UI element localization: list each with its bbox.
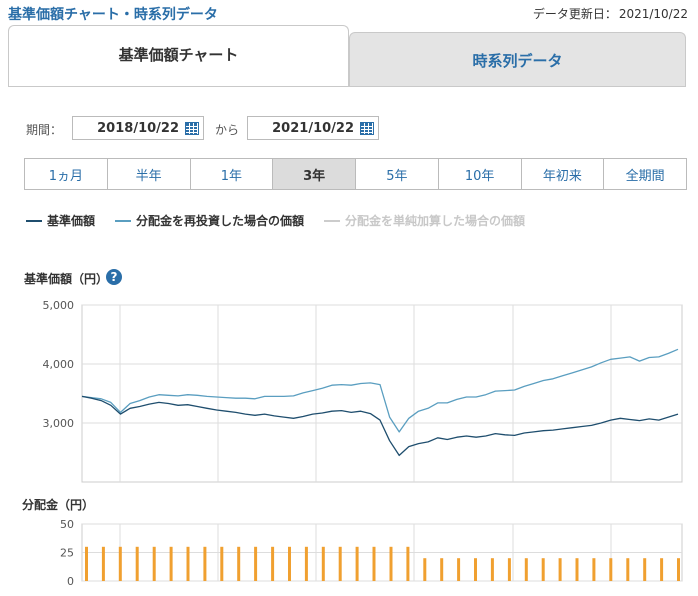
dividend-bar [389, 546, 393, 581]
dividend-bar [524, 558, 528, 581]
nav-y-tick-label: 5,000 [43, 299, 75, 312]
dividend-bar [220, 546, 224, 581]
dividend-y-tick-label: 0 [67, 575, 74, 588]
dividend-bar [677, 558, 680, 581]
dividend-bar [254, 546, 258, 581]
dividend-bar [135, 546, 139, 581]
dividend-y-tick-label: 50 [60, 518, 74, 531]
dividend-bar [406, 546, 410, 581]
dividend-bar [85, 546, 88, 581]
dividend-bar [541, 558, 545, 581]
chart-canvas: 5,000 4,000 3,000 50 25 0 [43, 299, 683, 588]
dividend-bar [101, 546, 105, 581]
dividend-bar [288, 546, 291, 581]
dividend-bar [558, 558, 562, 581]
dividend-bar [152, 546, 156, 581]
dividend-bar [186, 546, 190, 581]
dividend-bar [660, 558, 664, 581]
dividend-bar [592, 558, 596, 581]
nav-y-tick-label: 3,000 [43, 417, 75, 430]
dividend-bar [169, 546, 173, 581]
dividend-bar [355, 546, 359, 581]
dividend-bar [643, 558, 647, 581]
dividend-bar [321, 546, 325, 581]
dividend-y-tick-label: 25 [60, 547, 74, 560]
dividend-bar [423, 558, 427, 581]
dividend-bar [626, 558, 630, 581]
dividend-bar [271, 546, 275, 581]
dividend-bar [203, 546, 207, 581]
dividend-bar [237, 546, 241, 581]
dividend-bar [609, 558, 613, 581]
dividend-bar [457, 558, 461, 581]
nav-y-tick-label: 4,000 [43, 358, 75, 371]
dividend-bar [338, 546, 342, 581]
dividend-bar [490, 558, 494, 581]
dividend-bar [118, 546, 122, 581]
dividend-bar [507, 558, 511, 581]
dividend-bar [575, 558, 579, 581]
dividend-bar [372, 546, 376, 581]
dividend-bar [440, 558, 444, 581]
dividend-bar [304, 546, 308, 581]
dividend-bar [474, 558, 477, 581]
